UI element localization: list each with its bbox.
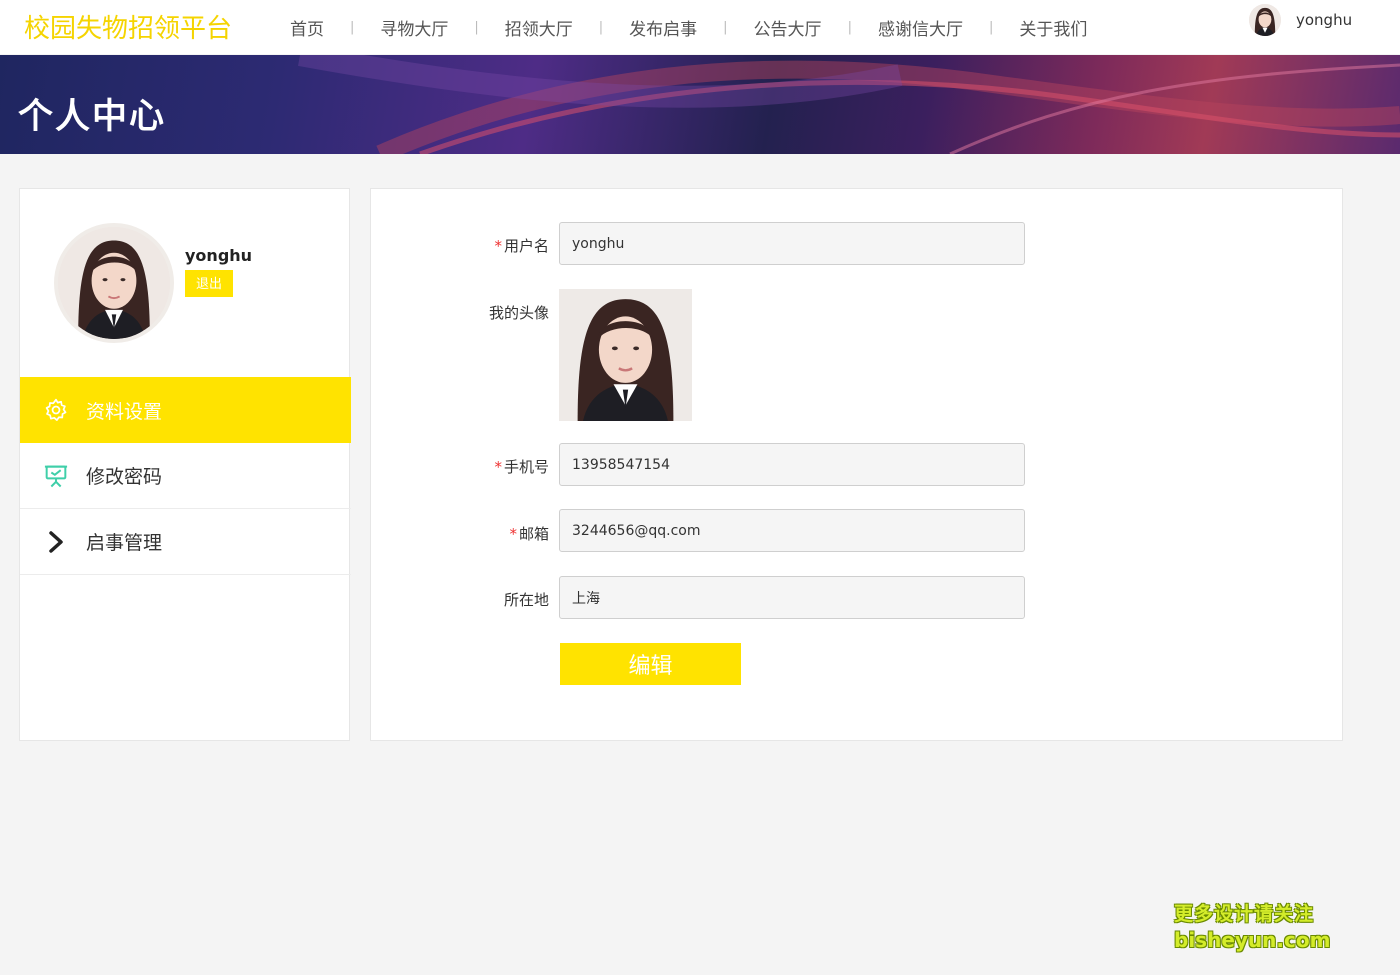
nav-item-post-notice[interactable]: 发布启事 <box>609 15 717 40</box>
phone-field[interactable] <box>559 443 1025 486</box>
sidebar-item-label: 启事管理 <box>86 532 163 554</box>
location-label: 所在地 <box>503 591 549 609</box>
sidebar-menu: 资料设置 修改密码 启事管理 <box>20 377 351 575</box>
profile-avatar <box>54 223 174 343</box>
location-field[interactable] <box>559 576 1025 619</box>
username-field[interactable] <box>559 222 1025 265</box>
watermark-line-2: bisheyun.com <box>1174 928 1331 952</box>
page-title: 个人中心 <box>18 97 167 137</box>
phone-label: * 手机号 <box>419 456 549 477</box>
banner-light-streaks <box>298 55 1400 154</box>
email-label-text: 邮箱 <box>518 525 549 543</box>
nav-separator: | <box>723 19 728 35</box>
avatar-label: 我的头像 <box>488 304 549 322</box>
nav-item-thanks-hall[interactable]: 感谢信大厅 <box>858 15 983 40</box>
logout-button[interactable]: 退出 <box>185 270 233 297</box>
nav-item-found-hall[interactable]: 招领大厅 <box>485 15 593 40</box>
phone-label-text: 手机号 <box>503 458 549 476</box>
profile-sidebar: yonghu 退出 资料设置 修改密码 启事管理 <box>19 188 351 741</box>
email-label: * 邮箱 <box>419 523 549 544</box>
nav-separator: | <box>988 19 994 35</box>
nav-item-lost-hall[interactable]: 寻物大厅 <box>360 15 468 40</box>
email-field[interactable] <box>559 509 1025 552</box>
required-mark: * <box>494 237 502 255</box>
user-menu[interactable]: yonghu <box>1249 4 1352 36</box>
sidebar-item-profile-settings[interactable]: 资料设置 <box>20 377 351 443</box>
required-mark: * <box>509 525 517 543</box>
sidebar-item-change-password[interactable]: 修改密码 <box>20 443 351 509</box>
page-banner: 个人中心 <box>0 55 1400 154</box>
top-navbar: 校园失物招领平台 首页 | 寻物大厅 | 招领大厅 | 发布启事 | 公告大厅 … <box>0 0 1400 54</box>
sidebar-item-label: 修改密码 <box>86 466 163 488</box>
nav-item-home[interactable]: 首页 <box>270 15 344 40</box>
gear-icon <box>41 395 71 425</box>
profile-form-panel: *用户名 我的头像 *手机号 *邮箱 所在地 编辑 <box>370 188 1343 741</box>
nav-separator: | <box>350 19 355 35</box>
nav-separator: | <box>598 19 604 35</box>
watermark: 更多设计请关注 bisheyun.com <box>1174 899 1334 952</box>
required-mark: * <box>494 458 502 476</box>
nav-separator: | <box>847 19 852 35</box>
user-avatar[interactable] <box>1249 4 1281 36</box>
nav-item-announcements[interactable]: 公告大厅 <box>734 15 842 40</box>
username-label: * 用户名 <box>419 235 549 256</box>
chevron-right-icon <box>41 527 71 557</box>
sidebar-item-label: 资料设置 <box>86 400 163 423</box>
avatar-upload-image[interactable] <box>559 289 692 421</box>
header-username[interactable]: yonghu <box>1296 11 1352 29</box>
edit-button[interactable]: 编辑 <box>560 643 741 685</box>
main-nav: 首页 | 寻物大厅 | 招领大厅 | 发布启事 | 公告大厅 | 感谢信大厅 |… <box>270 0 1107 54</box>
nav-separator: | <box>474 19 479 35</box>
sidebar-item-notice-management[interactable]: 启事管理 <box>20 509 351 575</box>
username-label-text: 用户名 <box>503 237 549 255</box>
presentation-board-icon <box>41 461 71 491</box>
profile-username: yonghu <box>185 246 253 265</box>
site-logo[interactable]: 校园失物招领平台 <box>24 8 232 45</box>
nav-item-about-us[interactable]: 关于我们 <box>999 15 1107 40</box>
watermark-line-1: 更多设计请关注 <box>1174 903 1315 925</box>
